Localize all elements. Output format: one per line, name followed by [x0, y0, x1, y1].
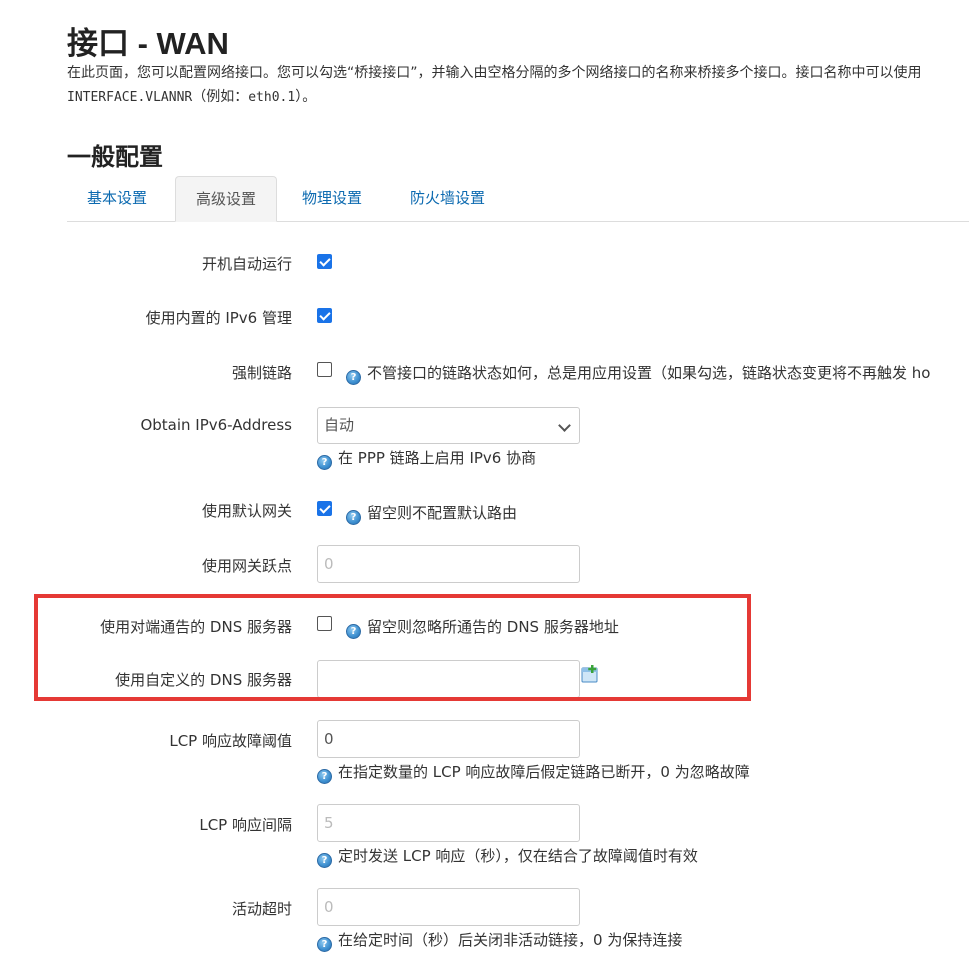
- default-gateway-help-text: 留空则不配置默认路由: [367, 504, 518, 522]
- gateway-metric-label: 使用网关跃点: [201, 557, 292, 575]
- autostart-checkbox[interactable]: [317, 254, 332, 269]
- default-gateway-label: 使用默认网关: [201, 502, 292, 520]
- lcp-threshold-help-text: 在指定数量的 LCP 响应故障后假定链路已断开，0 为忽略故障: [338, 763, 750, 781]
- autostart-label: 开机自动运行: [201, 255, 292, 273]
- force-link-help: ? 不管接口的链路状态如何，总是用应用设置（如果勾选，链路状态变更将不再触发 ho: [346, 362, 930, 385]
- lcp-interval-input[interactable]: [317, 804, 580, 842]
- force-link-label: 强制链路: [231, 364, 292, 382]
- default-gateway-checkbox[interactable]: [317, 501, 332, 516]
- help-icon: ?: [346, 370, 361, 385]
- chevron-down-icon: [558, 419, 571, 432]
- dns-settings-highlight: [34, 594, 751, 701]
- obtain-ipv6-select[interactable]: 自动: [317, 407, 580, 444]
- lcp-interval-label: LCP 响应间隔: [199, 816, 292, 834]
- lcp-threshold-help: ? 在指定数量的 LCP 响应故障后假定链路已断开，0 为忽略故障: [317, 761, 750, 784]
- tab-physical-settings[interactable]: 物理设置: [282, 176, 382, 220]
- idle-timeout-help-text: 在给定时间（秒）后关闭非活动链接，0 为保持连接: [338, 931, 683, 949]
- description-code: INTERFACE.VLANNR: [67, 90, 193, 105]
- obtain-ipv6-label: Obtain IPv6-Address: [140, 416, 292, 434]
- lcp-threshold-input[interactable]: [317, 720, 580, 758]
- description-example-code: eth0.1: [248, 90, 296, 105]
- tab-firewall-settings[interactable]: 防火墙设置: [390, 176, 505, 220]
- force-link-help-text: 不管接口的链路状态如何，总是用应用设置（如果勾选，链路状态变更将不再触发 ho: [367, 364, 931, 382]
- default-gateway-help: ? 留空则不配置默认路由: [346, 502, 517, 525]
- section-title: 一般配置: [67, 143, 163, 171]
- ipv6-management-checkbox[interactable]: [317, 308, 332, 323]
- tab-advanced-settings[interactable]: 高级设置: [175, 176, 278, 222]
- idle-timeout-label: 活动超时: [231, 900, 292, 918]
- ipv6-management-label: 使用内置的 IPv6 管理: [145, 309, 292, 327]
- page-description-line2: INTERFACE.VLANNR（例如：eth0.1）。: [67, 86, 316, 106]
- obtain-ipv6-help: ? 在 PPP 链路上启用 IPv6 协商: [317, 447, 536, 470]
- obtain-ipv6-selected-value: 自动: [324, 416, 355, 434]
- idle-timeout-input[interactable]: [317, 888, 580, 926]
- force-link-checkbox[interactable]: [317, 362, 332, 377]
- lcp-interval-help-text: 定时发送 LCP 响应（秒），仅在结合了故障阈值时有效: [338, 847, 698, 865]
- page-title: 接口 - WAN: [67, 26, 229, 61]
- gateway-metric-input[interactable]: [317, 545, 580, 583]
- page-description: 在此页面，您可以配置网络接口。您可以勾选“桥接接口”，并输入由空格分隔的多个网络…: [67, 65, 922, 81]
- help-icon: ?: [317, 769, 332, 784]
- help-icon: ?: [346, 510, 361, 525]
- obtain-ipv6-help-text: 在 PPP 链路上启用 IPv6 协商: [338, 449, 537, 467]
- interface-config-page: 接口 - WAN 在此页面，您可以配置网络接口。您可以勾选“桥接接口”，并输入由…: [0, 0, 969, 961]
- description-example-suffix: ）。: [295, 89, 317, 105]
- help-icon: ?: [317, 937, 332, 952]
- tab-basic-settings[interactable]: 基本设置: [67, 176, 167, 220]
- lcp-interval-help: ? 定时发送 LCP 响应（秒），仅在结合了故障阈值时有效: [317, 845, 698, 868]
- description-example-prefix: （例如：: [192, 89, 249, 105]
- lcp-threshold-label: LCP 响应故障阈值: [169, 732, 292, 750]
- help-icon: ?: [317, 853, 332, 868]
- tab-bar: 基本设置 高级设置 物理设置 防火墙设置: [67, 176, 969, 222]
- idle-timeout-help: ? 在给定时间（秒）后关闭非活动链接，0 为保持连接: [317, 929, 682, 952]
- help-icon: ?: [317, 455, 332, 470]
